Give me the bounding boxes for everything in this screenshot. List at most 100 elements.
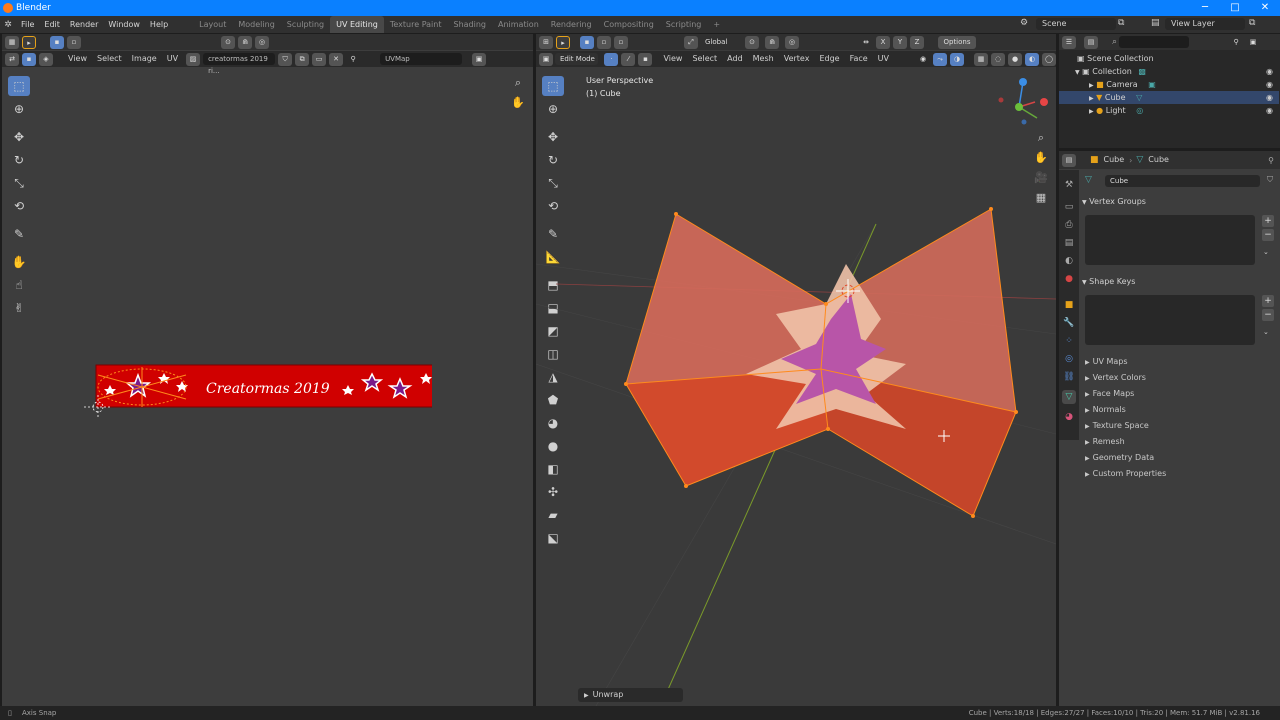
- open-image-icon[interactable]: ▭: [312, 52, 327, 66]
- 3d-viewport[interactable]: ⊞ ▸ ▪ ▫ ▫ ⤢ Global ⊙ ⋒ ◎ ⇹ X Y Z Options…: [536, 34, 1056, 706]
- pan-view-icon[interactable]: ✋: [509, 94, 527, 112]
- panel-uv-maps[interactable]: ▶ UV Maps: [1085, 357, 1128, 366]
- world-tab-icon[interactable]: ●: [1062, 272, 1076, 286]
- filter-icon[interactable]: ⚲: [1229, 36, 1243, 49]
- uv-menu-uv[interactable]: UV: [162, 51, 183, 67]
- blender-menu-icon[interactable]: ✲: [0, 20, 16, 30]
- object-tab-icon[interactable]: ■: [1062, 298, 1076, 312]
- scene-tab-icon[interactable]: ◐: [1062, 254, 1076, 268]
- uv-menu-view[interactable]: View: [63, 51, 92, 67]
- editor-type-icon[interactable]: ▦: [5, 35, 19, 49]
- expand-arrow-icon[interactable]: ▶: [1089, 82, 1094, 89]
- select-box-tool-icon[interactable]: ⬚: [8, 76, 30, 96]
- new-view-layer-icon[interactable]: ⧉: [1249, 18, 1255, 28]
- unwrap-operator-panel[interactable]: ▶ Unwrap: [578, 688, 683, 702]
- uv-image-canvas[interactable]: Creatormas 2019: [82, 359, 432, 419]
- constraints-tab-icon[interactable]: ⛓: [1062, 370, 1076, 384]
- display-channels-icon[interactable]: ▣: [472, 52, 487, 66]
- uv-select-mode-icon[interactable]: ▪: [22, 52, 36, 66]
- shape-keys-panel-header[interactable]: ▼ Shape Keys: [1082, 277, 1135, 286]
- add-shape-key-button[interactable]: +: [1262, 295, 1274, 307]
- panel-custom-properties[interactable]: ▶ Custom Properties: [1085, 469, 1166, 478]
- expand-arrow-icon[interactable]: ▶: [1089, 108, 1094, 115]
- grab-tool-icon[interactable]: ✋: [8, 252, 30, 272]
- outliner-item-camera[interactable]: ▶ ■ Camera ▣ ◉: [1059, 78, 1279, 91]
- view-layer-tab-icon[interactable]: ▤: [1062, 236, 1076, 250]
- particles-tab-icon[interactable]: ⁘: [1062, 334, 1076, 348]
- visibility-eye-icon[interactable]: ◉: [1266, 65, 1273, 78]
- pin-icon[interactable]: ⚲: [346, 53, 360, 66]
- outliner-item-light[interactable]: ▶ ● Light ◎ ◉: [1059, 104, 1279, 117]
- vertex-groups-list[interactable]: [1085, 215, 1255, 265]
- select-mode-vertex-icon[interactable]: ▪: [50, 35, 64, 49]
- visibility-eye-icon[interactable]: ◉: [1266, 91, 1273, 104]
- panel-texture-space[interactable]: ▶ Texture Space: [1085, 421, 1149, 430]
- add-workspace-button[interactable]: +: [707, 16, 726, 33]
- pivot-icon[interactable]: ⊙: [221, 35, 235, 49]
- uv-sync-icon[interactable]: ⇄: [5, 52, 19, 66]
- relax-tool-icon[interactable]: ☝: [8, 275, 30, 295]
- visibility-eye-icon[interactable]: ◉: [1266, 78, 1273, 91]
- move-tool-icon[interactable]: ✥: [8, 127, 30, 147]
- modifier-tab-icon[interactable]: 🔧: [1062, 316, 1076, 330]
- scale-tool-icon[interactable]: ⤡: [8, 173, 30, 193]
- tab-scripting[interactable]: Scripting: [660, 16, 708, 33]
- shape-key-menu-icon[interactable]: ⌄: [1263, 328, 1269, 336]
- panel-vertex-colors[interactable]: ▶ Vertex Colors: [1085, 373, 1146, 382]
- tab-texture-paint[interactable]: Texture Paint: [384, 16, 448, 33]
- render-tab-icon[interactable]: ▭: [1062, 200, 1076, 214]
- select-tool-icon[interactable]: ▸: [22, 35, 36, 49]
- tab-compositing[interactable]: Compositing: [598, 16, 660, 33]
- menu-file[interactable]: File: [16, 16, 39, 33]
- tab-rendering[interactable]: Rendering: [545, 16, 598, 33]
- tab-shading[interactable]: Shading: [447, 16, 492, 33]
- menu-render[interactable]: Render: [65, 16, 103, 33]
- new-collection-icon[interactable]: ▣: [1246, 36, 1260, 49]
- vertex-groups-panel-header[interactable]: ▼ Vertex Groups: [1082, 197, 1146, 206]
- output-tab-icon[interactable]: ⎙: [1062, 218, 1076, 232]
- collapse-arrow-icon[interactable]: ▼: [1075, 69, 1080, 76]
- cursor-tool-icon[interactable]: ⊕: [8, 99, 30, 119]
- panel-remesh[interactable]: ▶ Remesh: [1085, 437, 1125, 446]
- tab-modeling[interactable]: Modeling: [232, 16, 280, 33]
- panel-face-maps[interactable]: ▶ Face Maps: [1085, 389, 1134, 398]
- proportional-edit-icon[interactable]: ◎: [255, 35, 269, 49]
- expand-arrow-icon[interactable]: ▶: [1089, 95, 1094, 102]
- panel-geometry-data[interactable]: ▶ Geometry Data: [1085, 453, 1154, 462]
- display-mode-icon[interactable]: ▤: [1084, 35, 1098, 49]
- add-vertex-group-button[interactable]: +: [1262, 215, 1274, 227]
- tab-uv-editing[interactable]: UV Editing: [330, 16, 384, 33]
- fake-user-shield-icon[interactable]: ⛉: [1267, 175, 1273, 185]
- scene-selector[interactable]: Scene: [1036, 18, 1116, 30]
- outliner-search-input[interactable]: [1119, 36, 1190, 48]
- uv-editor[interactable]: ▦ ▸ ▪ ▫ ⊙ ⋒ ◎ ⇄ ▪ ◈ View Select Image UV…: [2, 34, 533, 706]
- vertex-group-menu-icon[interactable]: ⌄: [1263, 248, 1269, 256]
- new-image-icon[interactable]: ⧉: [295, 52, 310, 66]
- shape-keys-list[interactable]: [1085, 295, 1255, 345]
- uv-menu-select[interactable]: Select: [92, 51, 127, 67]
- snap-icon[interactable]: ⋒: [238, 35, 252, 49]
- visibility-eye-icon[interactable]: ◉: [1266, 104, 1273, 117]
- tab-layout[interactable]: Layout: [193, 16, 232, 33]
- mesh-name-field[interactable]: Cube: [1105, 175, 1260, 187]
- sticky-select-icon[interactable]: ◈: [39, 52, 53, 66]
- uv-menu-image[interactable]: Image: [127, 51, 162, 67]
- menu-edit[interactable]: Edit: [39, 16, 65, 33]
- image-name-field[interactable]: creatormas 2019 ri...: [203, 53, 276, 75]
- minimize-button[interactable]: ─: [1190, 0, 1220, 16]
- material-tab-icon[interactable]: ◕: [1062, 410, 1076, 424]
- outliner[interactable]: ☰ ▤ ⌕ ⚲ ▣ ▣ Scene Collection ▼ ▣ Collect…: [1059, 34, 1280, 148]
- remove-shape-key-button[interactable]: −: [1262, 309, 1274, 321]
- outliner-editor-type-icon[interactable]: ☰: [1062, 35, 1076, 49]
- physics-tab-icon[interactable]: ◎: [1062, 352, 1076, 366]
- unlink-image-icon[interactable]: ✕: [329, 52, 344, 66]
- annotate-tool-icon[interactable]: ✎: [8, 224, 30, 244]
- menu-window[interactable]: Window: [103, 16, 145, 33]
- view-layer-selector[interactable]: View Layer: [1165, 18, 1245, 30]
- new-scene-icon[interactable]: ⧉: [1118, 18, 1124, 28]
- tab-animation[interactable]: Animation: [492, 16, 545, 33]
- collection-row[interactable]: ▼ ▣ Collection ▩ ◉: [1059, 65, 1279, 78]
- pin-icon[interactable]: ⚲: [1268, 156, 1274, 165]
- remove-vertex-group-button[interactable]: −: [1262, 229, 1274, 241]
- fake-user-icon[interactable]: ⛉: [278, 52, 293, 66]
